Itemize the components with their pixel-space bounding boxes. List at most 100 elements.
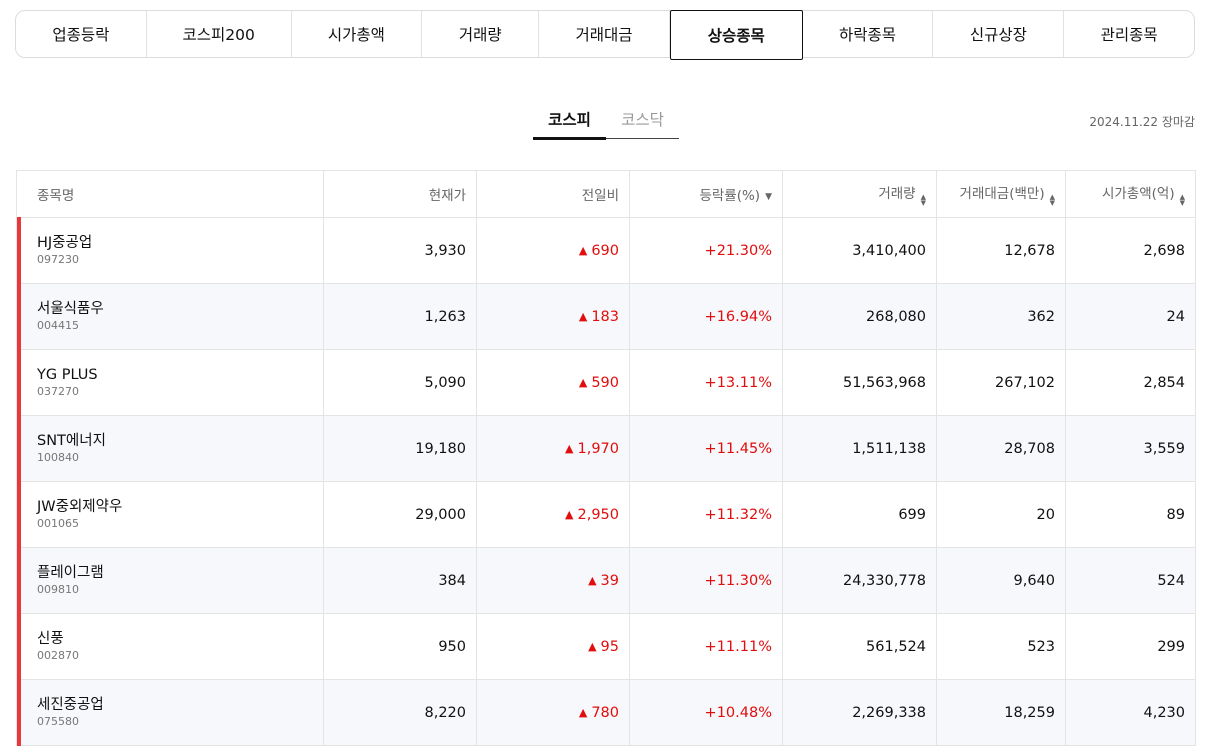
current-price: 19,180 [323,415,477,482]
market-tabs: 코스피 코스닥 [533,100,679,140]
trading-amount: 28,708 [936,415,1066,482]
column-header-amount[interactable]: 거래대금(백만) ▲ ▼ [936,170,1066,218]
price-change: ▲ 2,950 [476,481,630,548]
current-price: 3,930 [323,217,477,284]
current-price: 29,000 [323,481,477,548]
trading-volume: 51,563,968 [782,349,937,416]
trading-volume: 268,080 [782,283,937,350]
up-arrow-icon: ▲ [578,705,588,719]
market-cap: 3,559 [1065,415,1196,482]
table-row[interactable]: 서울식품우 004415 1,263 ▲ 183 +16.94% 268,080 362 24 [16,283,1196,351]
stock-name-cell[interactable]: SNT에너지 100840 [16,415,324,483]
stock-code: 009810 [37,583,79,596]
stock-name[interactable]: JW중외제약우 [37,498,313,516]
table-row[interactable]: 세진중공업 075580 8,220 ▲ 780 +10.48% 2,269,338 18,2… [16,679,1196,746]
stock-code: 100840 [37,451,79,464]
rising-stocks-table: 종목명 현재가 전일비 등락률(%) ▼ 거래량 ▲ ▼ 거래대금(백만) ▲ ▼ 시가총… [16,170,1196,746]
stock-code: 075580 [37,715,79,728]
change-rate: +11.45% [629,415,783,482]
up-arrow-icon: ▲ [588,573,597,587]
stock-name-cell[interactable]: 서울식품우 004415 [16,283,324,351]
table-row[interactable]: SNT에너지 100840 19,180 ▲ 1,970 +11.45% 1,511,138… [16,415,1196,483]
stock-name-cell[interactable]: 신풍 002870 [16,613,324,681]
up-arrow-icon: ▲ [578,375,588,389]
stock-name[interactable]: 플레이그램 [37,564,313,582]
price-change: ▲ 183 [476,283,630,350]
trading-amount: 12,678 [936,217,1066,284]
price-change: ▲ 1,970 [476,415,630,482]
tab-volume[interactable]: 거래량 [422,11,540,57]
up-arrow-icon: ▲ [565,507,574,521]
sort-toggle-icon[interactable]: ▲ ▼ [1050,194,1055,207]
stock-name-cell[interactable]: JW중외제약우 001065 [16,481,324,549]
stock-name[interactable]: SNT에너지 [37,432,313,450]
sort-desc-icon[interactable]: ▼ [765,192,772,202]
market-cap: 299 [1065,613,1196,680]
market-tab-kospi[interactable]: 코스피 [533,100,606,140]
up-arrow-icon: ▲ [565,441,574,455]
market-cap: 2,854 [1065,349,1196,416]
column-header-name: 종목명 [16,170,324,218]
tab-falling-stocks[interactable]: 하락종목 [803,11,934,57]
change-rate: +21.30% [629,217,783,284]
current-price: 8,220 [323,679,477,746]
stock-name-cell[interactable]: 세진중공업 075580 [16,679,324,746]
stock-code: 002870 [37,649,79,662]
trading-volume: 699 [782,481,937,548]
stock-name-cell[interactable]: HJ중공업 097230 [16,217,324,285]
trading-volume: 2,269,338 [782,679,937,746]
tab-new-listings[interactable]: 신규상장 [933,11,1065,57]
trading-volume: 3,410,400 [782,217,937,284]
change-rate: +16.94% [629,283,783,350]
tab-market-cap[interactable]: 시가총액 [292,11,423,57]
stock-name[interactable]: 신풍 [37,630,313,648]
stock-name[interactable]: HJ중공업 [37,234,313,252]
stock-name[interactable]: 서울식품우 [37,300,313,318]
column-header-rate[interactable]: 등락률(%) ▼ [629,170,783,218]
sort-toggle-icon[interactable]: ▲ ▼ [921,194,926,207]
up-arrow-icon: ▲ [588,639,597,653]
table-row[interactable]: 신풍 002870 950 ▲ 95 +11.11% 561,524 523 299 [16,613,1196,681]
column-header-market-cap[interactable]: 시가총액(억) ▲ ▼ [1065,170,1196,218]
price-change: ▲ 690 [476,217,630,284]
column-header-price: 현재가 [323,170,477,218]
stock-name[interactable]: 세진중공업 [37,696,313,714]
column-header-volume[interactable]: 거래량 ▲ ▼ [782,170,937,218]
stock-name-cell[interactable]: YG PLUS 037270 [16,349,324,417]
table-row[interactable]: HJ중공업 097230 3,930 ▲ 690 +21.30% 3,410,400 12,6… [16,217,1196,285]
update-timestamp: 2024.11.22 장마감 [1089,115,1195,129]
market-cap: 4,230 [1065,679,1196,746]
tab-sector[interactable]: 업종등락 [16,11,147,57]
trading-volume: 24,330,778 [782,547,937,614]
stock-code: 037270 [37,385,79,398]
table-row[interactable]: YG PLUS 037270 5,090 ▲ 590 +13.11% 51,563,968 2… [16,349,1196,417]
price-change: ▲ 780 [476,679,630,746]
market-tab-kosdaq[interactable]: 코스닥 [606,100,679,138]
change-rate: +13.11% [629,349,783,416]
trading-amount: 20 [936,481,1066,548]
trading-volume: 1,511,138 [782,415,937,482]
stock-code: 001065 [37,517,79,530]
stock-name-cell[interactable]: 플레이그램 009810 [16,547,324,615]
current-price: 384 [323,547,477,614]
table-row[interactable]: JW중외제약우 001065 29,000 ▲ 2,950 +11.32% 699 20 89 [16,481,1196,549]
trading-amount: 9,640 [936,547,1066,614]
current-price: 950 [323,613,477,680]
trading-amount: 523 [936,613,1066,680]
up-arrow-icon: ▲ [578,309,588,323]
stock-name[interactable]: YG PLUS [37,366,313,384]
up-arrow-icon: ▲ [578,243,588,257]
sort-toggle-icon[interactable]: ▲ ▼ [1180,194,1185,207]
tab-trading-value[interactable]: 거래대금 [539,11,670,57]
tab-managed-stocks[interactable]: 관리종목 [1064,11,1194,57]
tab-rising-stocks[interactable]: 상승종목 [669,10,803,60]
stock-code: 097230 [37,253,79,266]
table-row[interactable]: 플레이그램 009810 384 ▲ 39 +11.30% 24,330,778 9,640 5… [16,547,1196,615]
market-cap: 89 [1065,481,1196,548]
change-rate: +11.30% [629,547,783,614]
trading-amount: 267,102 [936,349,1066,416]
market-cap: 2,698 [1065,217,1196,284]
tab-kospi200[interactable]: 코스피200 [147,11,292,57]
category-tab-bar: 업종등락 코스피200 시가총액 거래량 거래대금 상승종목 하락종목 신규상장… [15,10,1195,60]
trading-amount: 18,259 [936,679,1066,746]
